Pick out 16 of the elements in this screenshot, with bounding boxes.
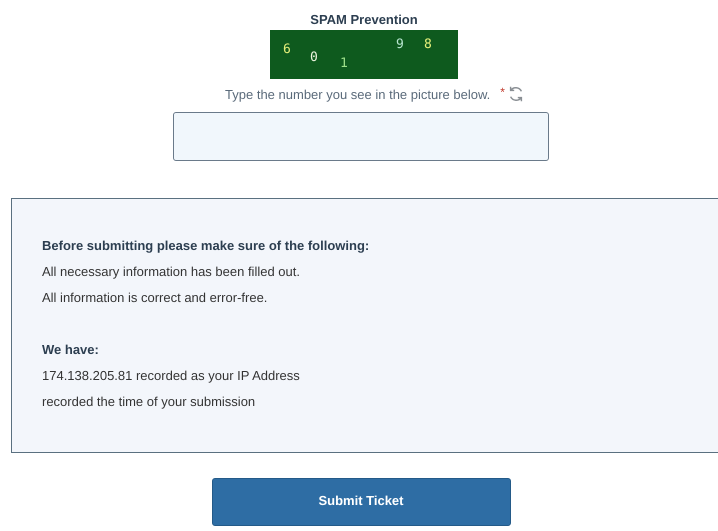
captcha-digit: 8 [424, 38, 432, 52]
captcha-digit: 0 [310, 51, 318, 65]
record-line: 174.138.205.81 recorded as your IP Address [42, 367, 301, 385]
notice-subheading: We have: [42, 341, 100, 359]
submit-button[interactable]: Submit Ticket [212, 478, 510, 526]
captcha-digit: 1 [340, 57, 348, 71]
notice-line: All information is correct and error-free. [42, 289, 268, 307]
instruction-text: Type the number you see in the picture below. [225, 86, 490, 102]
record-line: recorded the time of your submission [42, 393, 256, 411]
captcha-digit: 6 [283, 43, 291, 57]
section-title: SPAM Prevention [310, 12, 418, 27]
required-mark: * [500, 85, 505, 99]
captcha-digit: 9 [396, 38, 404, 52]
answer-field[interactable] [173, 112, 549, 161]
notice-heading: Before submitting please make sure of the following: [42, 237, 370, 255]
notice-line: All necessary information has been filled out. [42, 263, 301, 281]
